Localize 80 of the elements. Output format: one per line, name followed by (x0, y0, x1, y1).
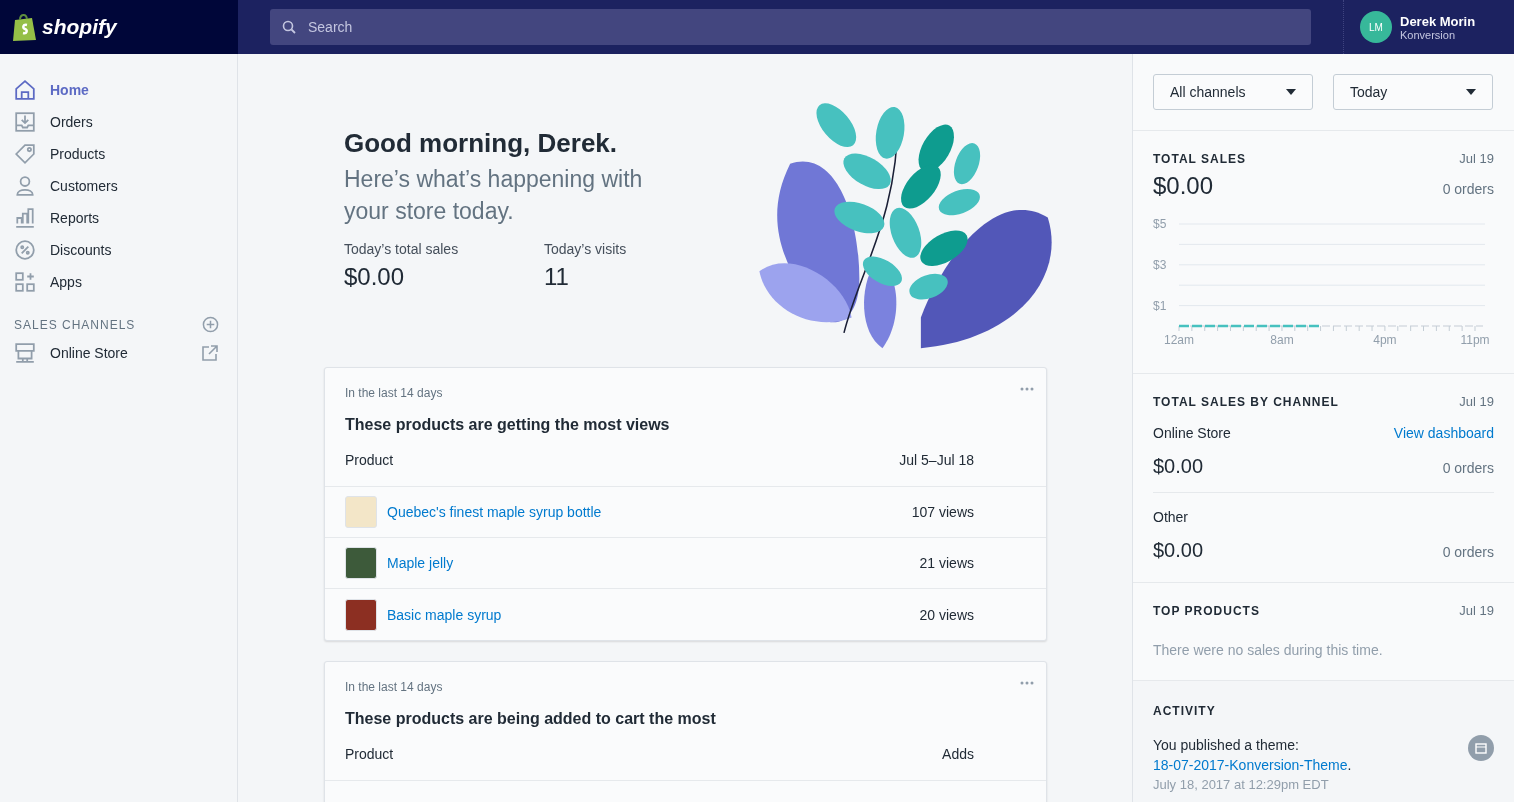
external-link-icon[interactable] (201, 344, 219, 362)
table-cell: 107 views (911, 504, 974, 520)
sales-amount: $0.00 (1153, 455, 1204, 478)
dropdown[interactable]: Today (1333, 74, 1493, 110)
nav-item[interactable]: Discounts (0, 234, 237, 266)
nav-item[interactable]: Customers (0, 170, 237, 202)
grid-plus-icon (14, 271, 36, 293)
empty-message: There were no sales during this time. (1153, 642, 1384, 658)
date-label: Jul 19 (1459, 151, 1494, 166)
card-caption: In the last 14 days (345, 386, 444, 400)
percent-badge-icon (14, 239, 36, 261)
greeting-subtitle: Here’s what’s happening with your store today. (344, 165, 644, 226)
shopify-logo-text: shopify (42, 15, 117, 39)
store-name: Konversion (1400, 28, 1457, 41)
storefront-icon (14, 342, 36, 364)
axis-label: 4pm (1373, 333, 1397, 347)
greeting-heading: Good morning, Derek. (344, 128, 619, 159)
sales-amount: $0.00 (1153, 172, 1214, 200)
activity-text: You published a theme: 18-07-2017-Konversion-Theme. (1153, 736, 1353, 775)
section-title: TOTAL SALES BY CHANNEL (1153, 395, 1339, 409)
product-link[interactable]: Basic maple syrup (387, 606, 920, 623)
stat-value: $0.00 (344, 263, 406, 291)
product-thumbnail (345, 547, 377, 579)
card-caption: In the last 14 days (345, 680, 444, 694)
shopping-bag-logo-icon (12, 12, 38, 42)
nav-item[interactable]: Online Store (0, 337, 237, 369)
column-header: Jul 5–Jul 18 (899, 452, 974, 468)
card-title: These products are getting the most views (345, 416, 671, 434)
column-header: Product (345, 746, 394, 762)
stat-value: 11 (544, 263, 570, 291)
column-header: Adds (942, 746, 974, 762)
axis-label: $5 (1153, 217, 1167, 231)
person-icon (14, 175, 36, 197)
user-name: Derek Morin (1400, 13, 1476, 29)
card-title: These products are being added to cart the most (345, 710, 717, 728)
axis-label: $3 (1153, 257, 1167, 272)
caret-icon (1466, 89, 1476, 95)
date-label: Jul 19 (1459, 394, 1494, 409)
theme-link[interactable]: 18-07-2017-Konversion-Theme (1153, 755, 1348, 775)
nav-item[interactable]: Home (0, 74, 237, 106)
stat-label: Today’s visits (544, 241, 628, 257)
channel-name: Other (1153, 509, 1188, 525)
add-icon[interactable] (202, 316, 219, 333)
section-title: TOTAL SALES (1153, 152, 1246, 166)
table-cell: 20 views (919, 606, 974, 623)
product-link[interactable]: Maple jelly (387, 555, 920, 571)
product-thumbnail (345, 598, 377, 631)
search-input[interactable]: Search (306, 18, 1299, 36)
nav-item[interactable]: Products (0, 138, 237, 170)
bar-chart-icon (14, 207, 36, 229)
table-cell: 21 views (919, 555, 974, 571)
axis-label: $1 (1153, 298, 1167, 313)
column-header: Product (345, 452, 394, 468)
order-count: 0 orders (1442, 181, 1494, 197)
section-title: ACTIVITY (1153, 704, 1216, 718)
nav-item[interactable]: Orders (0, 106, 237, 138)
calendar-icon (1468, 735, 1494, 761)
product-thumbnail (345, 496, 377, 528)
axis-label: 12am (1164, 333, 1194, 347)
view-dashboard-link[interactable]: View dashboard (1393, 425, 1494, 441)
product-link[interactable]: Quebec's finest maple syrup bottle (387, 504, 912, 520)
search-field[interactable]: Search (270, 9, 1311, 45)
section-title: TOP PRODUCTS (1153, 604, 1260, 618)
nav-item[interactable]: Reports (0, 202, 237, 234)
dropdown[interactable]: All channels (1153, 74, 1313, 110)
sales-amount: $0.00 (1153, 539, 1204, 562)
caret-icon (1286, 89, 1296, 95)
nav-item[interactable]: Apps (0, 266, 237, 298)
section-title: SALES CHANNELS (14, 317, 136, 332)
tag-icon (14, 143, 36, 165)
order-count: 0 orders (1442, 544, 1494, 560)
order-count: 0 orders (1442, 460, 1494, 476)
channel-name: Online Store (1153, 425, 1231, 441)
home-icon (14, 79, 36, 101)
search-icon (282, 20, 296, 34)
stat-label: Today’s total sales (344, 241, 460, 257)
axis-label: 11pm (1460, 333, 1490, 347)
date-label: Jul 19 (1459, 603, 1494, 618)
axis-label: 8am (1270, 333, 1294, 347)
activity-time: July 18, 2017 at 12:29pm EDT (1153, 777, 1330, 792)
